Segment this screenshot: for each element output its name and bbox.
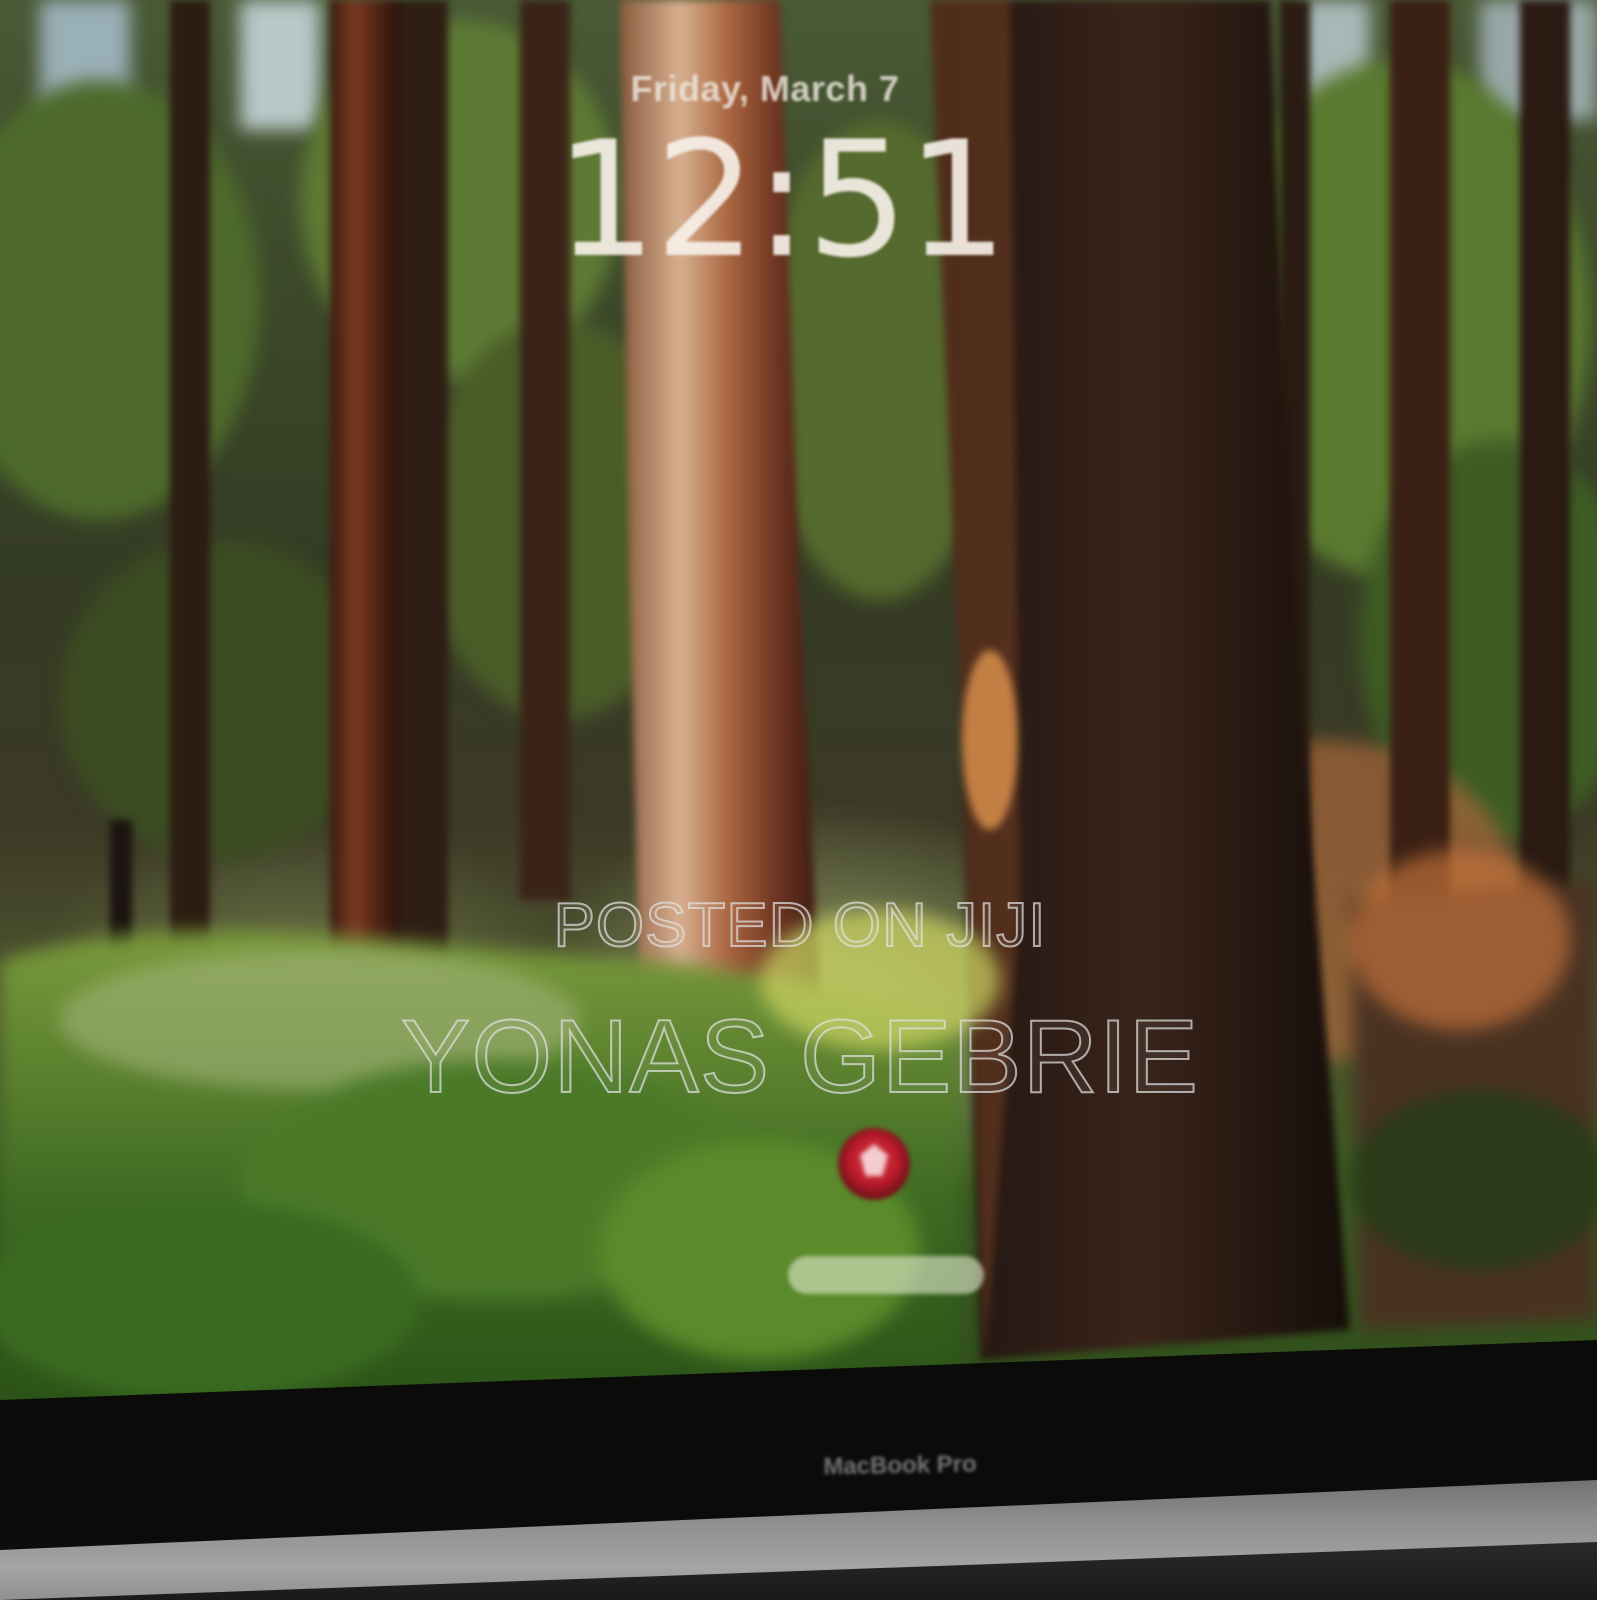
- photo-of-laptop-lock-screen: Friday, March 7 12:51 POSTED ON JIJI YON…: [0, 0, 1597, 1600]
- lock-screen-clock: 12:51: [555, 106, 1008, 293]
- laptop-brand-label: MacBook Pro: [823, 1450, 977, 1481]
- watermark-posted-on: POSTED ON JIJI: [553, 890, 1047, 961]
- user-avatar-icon[interactable]: [838, 1128, 910, 1200]
- watermark-seller-name: YONAS GEBRIE: [400, 998, 1199, 1116]
- lock-screen-date: Friday, March 7: [630, 68, 900, 109]
- forest-wallpaper: Friday, March 7 12:51: [0, 0, 1597, 1480]
- password-field[interactable]: [788, 1256, 984, 1294]
